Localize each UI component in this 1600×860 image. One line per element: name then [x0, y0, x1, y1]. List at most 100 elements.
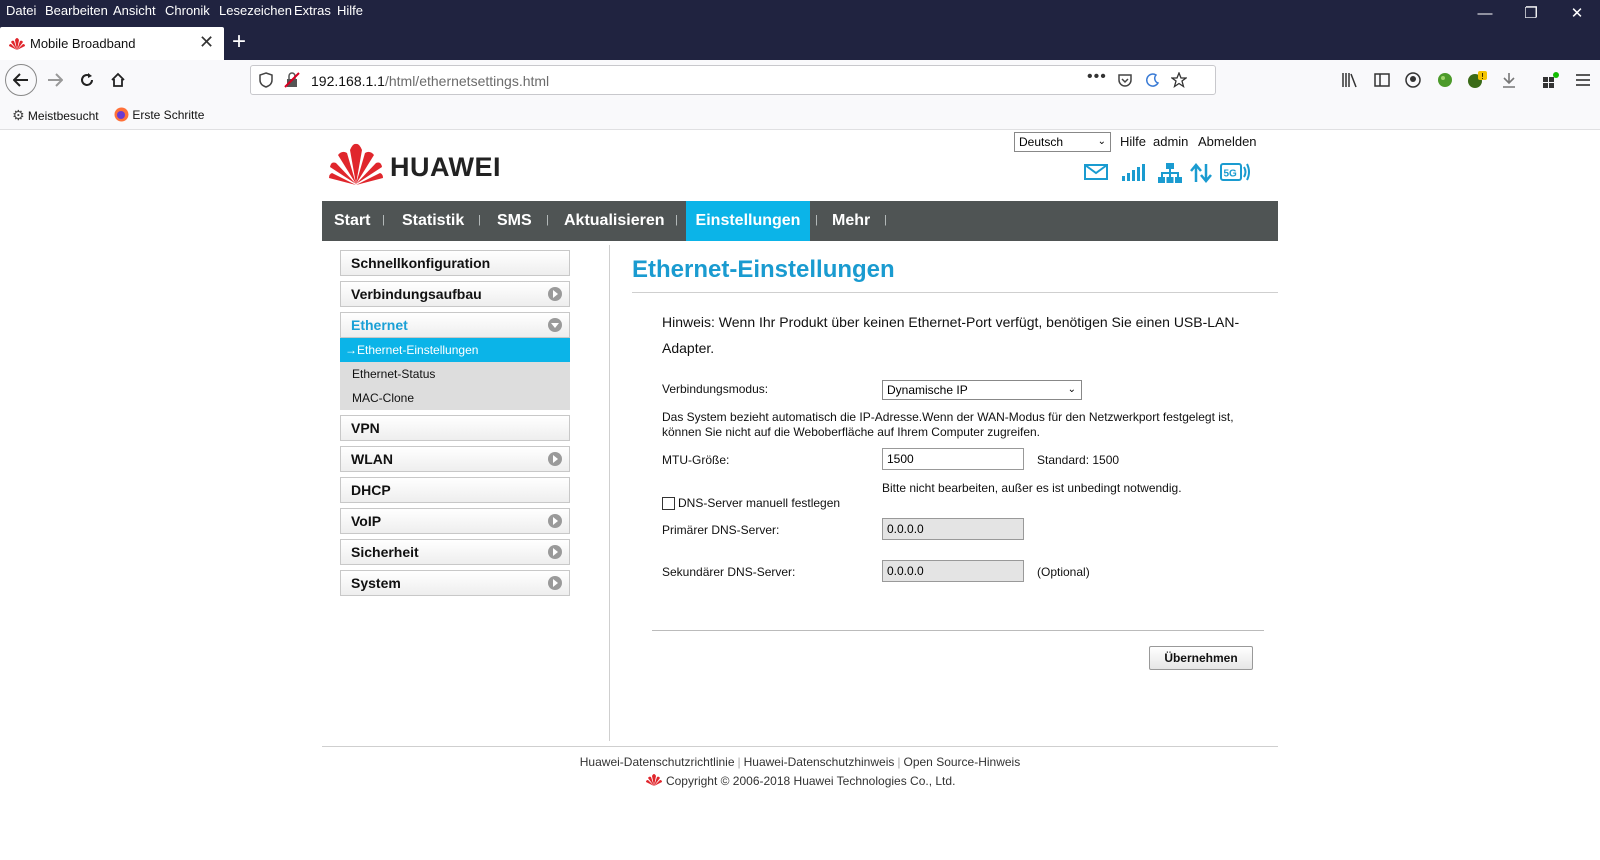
extensions-icon[interactable] — [1536, 65, 1566, 95]
nav-sms[interactable]: SMS — [497, 201, 532, 241]
account-icon[interactable] — [1398, 65, 1428, 95]
menu-chronik[interactable]: Chronik — [165, 3, 210, 18]
page-actions-icon[interactable]: ••• — [1087, 68, 1107, 86]
secondary-dns-value: 0.0.0.0 — [887, 564, 924, 578]
sidebar-item-label: System — [351, 575, 401, 591]
submenu-ethernet-status[interactable]: Ethernet-Status — [340, 362, 570, 386]
bookmark-label: Erste Schritte — [132, 108, 205, 122]
data-transfer-icon — [1190, 163, 1212, 183]
nav-mehr[interactable]: Mehr — [832, 201, 870, 241]
sidebar-item-label: Verbindungsaufbau — [351, 286, 482, 302]
connection-mode-value: Dynamische IP — [887, 383, 968, 397]
nav-einstellungen[interactable]: Einstellungen — [686, 201, 810, 241]
sidebar-item-voip[interactable]: VoIP — [340, 508, 570, 534]
menu-bearbeiten[interactable]: Bearbeiten — [45, 3, 108, 18]
home-icon[interactable] — [103, 65, 133, 95]
tab-title: Mobile Broadband — [30, 36, 136, 51]
nav-start[interactable]: Start — [334, 201, 370, 241]
language-value: Deutsch — [1019, 135, 1064, 149]
connection-mode-select[interactable]: Dynamische IP ⌄ — [882, 380, 1082, 400]
sidebar-item-system[interactable]: System — [340, 570, 570, 596]
dns-manual-label[interactable]: DNS-Server manuell festlegen — [678, 496, 840, 510]
language-select[interactable]: Deutsch ⌄ — [1014, 132, 1111, 152]
extension-globe-icon[interactable] — [1430, 65, 1460, 95]
nav-separator: | — [382, 214, 385, 226]
chevron-down-icon: ⌄ — [1097, 136, 1106, 147]
menu-lesezeichen[interactable]: Lesezeichen — [219, 3, 292, 18]
admin-link[interactable]: admin — [1153, 134, 1188, 149]
extension-alert-icon[interactable]: ! — [1462, 65, 1492, 95]
help-link[interactable]: Hilfe — [1120, 134, 1146, 149]
sidebar-item-verbindungsaufbau[interactable]: Verbindungsaufbau — [340, 281, 570, 307]
forward-icon[interactable] — [40, 65, 70, 95]
menu-hilfe[interactable]: Hilfe — [337, 3, 363, 18]
browser-navbar: 192.168.1.1/html/ethernetsettings.html •… — [0, 60, 1600, 100]
huawei-logo-icon — [329, 143, 383, 185]
nav-statistik[interactable]: Statistik — [402, 201, 464, 241]
connection-mode-label: Verbindungsmodus: — [662, 382, 769, 396]
sidebar-toggle-icon[interactable] — [1367, 65, 1397, 95]
sidebar-item-dhcp[interactable]: DHCP — [340, 477, 570, 503]
expand-arrow-icon — [548, 576, 562, 590]
shield-icon[interactable] — [259, 72, 273, 88]
close-tab-icon[interactable]: ✕ — [199, 32, 214, 53]
nav-separator: | — [675, 214, 678, 226]
bookmark-star-icon[interactable] — [1171, 72, 1187, 88]
privacy-notice-link[interactable]: Huawei-Datenschutzhinweis — [744, 755, 895, 769]
bookmark-meistbesucht[interactable]: ⚙ Meistbesucht — [12, 107, 99, 124]
apply-button[interactable]: Übernehmen — [1149, 646, 1253, 670]
open-source-link[interactable]: Open Source-Hinweis — [904, 755, 1021, 769]
url-text[interactable]: 192.168.1.1/html/ethernetsettings.html — [311, 73, 549, 89]
mtu-input[interactable]: 1500 — [882, 448, 1024, 470]
network-5g-label: 5G — [1224, 169, 1238, 180]
sidebar-item-sicherheit[interactable]: Sicherheit — [340, 539, 570, 565]
submenu-label: Ethernet-Status — [352, 367, 436, 381]
secondary-dns-input[interactable]: 0.0.0.0 — [882, 560, 1024, 582]
expand-arrow-icon — [548, 452, 562, 466]
hamburger-menu-icon[interactable] — [1568, 65, 1598, 95]
privacy-policy-link[interactable]: Huawei-Datenschutzrichtlinie — [580, 755, 735, 769]
menu-ansicht[interactable]: Ansicht — [113, 3, 156, 18]
submenu-mac-clone[interactable]: MAC-Clone — [340, 386, 570, 410]
submenu-label: MAC-Clone — [352, 391, 415, 405]
tab-strip: Mobile Broadband ✕ + — [0, 24, 1600, 60]
pocket-icon[interactable] — [1117, 72, 1133, 88]
huawei-favicon-icon — [9, 38, 25, 50]
svg-text:!: ! — [1481, 72, 1484, 81]
nav-separator: | — [815, 214, 818, 226]
sidebar-item-wlan[interactable]: WLAN — [340, 446, 570, 472]
downloads-icon[interactable] — [1494, 65, 1524, 95]
sidebar-moon-icon[interactable] — [1144, 72, 1160, 88]
sidebar-item-schnellkonfiguration[interactable]: Schnellkonfiguration — [340, 250, 570, 276]
new-tab-icon[interactable]: + — [232, 28, 246, 56]
logout-link[interactable]: Abmelden — [1198, 134, 1257, 149]
envelope-icon[interactable] — [1084, 163, 1108, 181]
submenu-label: Ethernet-Einstellungen — [357, 343, 479, 357]
primary-dns-value: 0.0.0.0 — [887, 522, 924, 536]
form-divider — [652, 630, 1264, 631]
mtu-default-text: Standard: 1500 — [1037, 453, 1120, 467]
expand-arrow-icon — [548, 287, 562, 301]
submenu-ethernet-einstellungen[interactable]: →Ethernet-Einstellungen — [340, 338, 570, 362]
menu-datei[interactable]: Datei — [6, 3, 36, 18]
dns-manual-checkbox[interactable] — [662, 497, 675, 510]
nav-aktualisieren[interactable]: Aktualisieren — [564, 201, 664, 241]
insecure-lock-icon[interactable] — [284, 72, 300, 88]
library-icon[interactable] — [1335, 65, 1365, 95]
mtu-label: MTU-Größe: — [662, 453, 730, 467]
collapse-arrow-icon — [548, 318, 562, 332]
sidebar-item-label: Ethernet — [351, 317, 408, 333]
back-icon[interactable] — [5, 64, 37, 96]
sidebar-item-vpn[interactable]: VPN — [340, 415, 570, 441]
signal-strength-icon — [1122, 164, 1145, 181]
menu-extras[interactable]: Extras — [294, 3, 331, 18]
bookmark-erste-schritte[interactable]: Erste Schritte — [114, 107, 204, 122]
sidebar-item-label: DHCP — [351, 482, 391, 498]
router-header: HUAWEI Deutsch ⌄ Hilfe admin Abmelden 5G — [322, 130, 1278, 201]
primary-dns-input[interactable]: 0.0.0.0 — [882, 518, 1024, 540]
tab-mobile-broadband[interactable]: Mobile Broadband ✕ — [0, 27, 224, 60]
url-bar[interactable]: 192.168.1.1/html/ethernetsettings.html •… — [250, 65, 1216, 95]
reload-icon[interactable] — [72, 65, 102, 95]
huawei-logo-text: HUAWEI — [390, 152, 501, 182]
sidebar-item-ethernet[interactable]: Ethernet — [340, 312, 570, 338]
